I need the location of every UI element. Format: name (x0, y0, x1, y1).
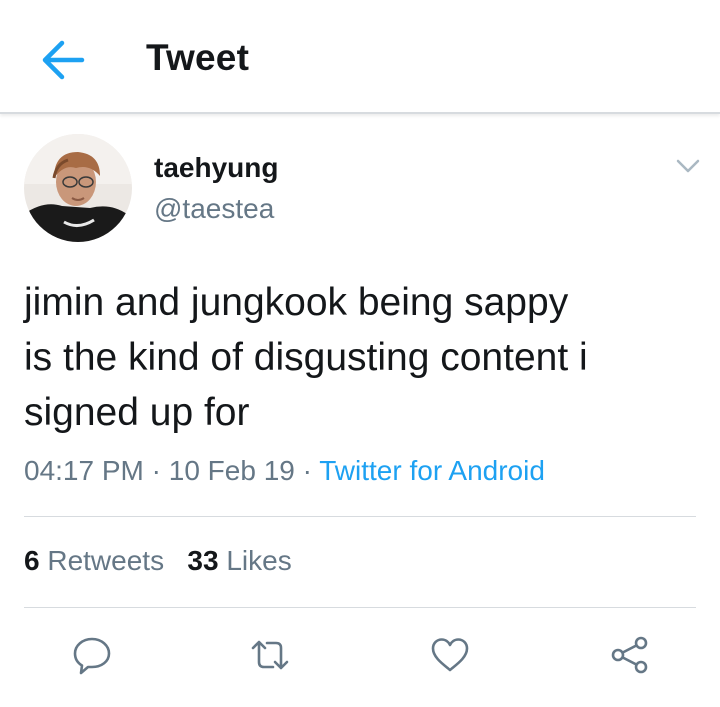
tweet-metadata: 04:17 PM · 10 Feb 19 · Twitter for Andro… (24, 455, 545, 487)
arrow-left-icon (42, 40, 85, 80)
tweet-text: jimin and jungkook being sappy is the ki… (24, 275, 694, 440)
avatar[interactable] (24, 134, 132, 242)
top-app-bar: Tweet (0, 0, 720, 114)
like-button[interactable] (429, 634, 471, 676)
retweet-button[interactable] (249, 634, 291, 676)
tweet-text-line: signed up for (24, 391, 250, 434)
meta-separator: · (294, 455, 320, 486)
share-icon (611, 636, 648, 674)
retweet-icon (251, 640, 289, 670)
tweet-time: 04:17 PM (24, 455, 144, 486)
tweet-source-link[interactable]: Twitter for Android (319, 455, 545, 486)
share-button[interactable] (609, 634, 651, 676)
likes-label: Likes (226, 545, 292, 576)
back-button[interactable] (38, 36, 88, 84)
chevron-down-icon (676, 159, 700, 173)
reply-icon (73, 637, 111, 675)
meta-separator: · (143, 455, 169, 486)
tweet-detail-screen: Tweet taehyung @taestea jimin and jungko… (0, 0, 720, 707)
retweets-count: 6 (24, 545, 40, 576)
tweet-text-line: is the kind of disgusting content i (24, 336, 588, 379)
retweets-label: Retweets (47, 545, 165, 576)
heart-icon (431, 638, 469, 672)
likes-count: 33 (187, 545, 219, 576)
reply-button[interactable] (71, 634, 113, 676)
divider (24, 516, 696, 517)
divider (24, 607, 696, 608)
tweet-date: 10 Feb 19 (168, 455, 295, 486)
more-options-button[interactable] (672, 150, 704, 182)
engagement-stats: 6 Retweets 33 Likes (24, 545, 292, 577)
likes-stat[interactable]: 33 Likes (187, 545, 291, 576)
tweet-text-line: jimin and jungkook being sappy (24, 281, 569, 324)
user-handle[interactable]: @taestea (154, 193, 274, 225)
retweets-stat[interactable]: 6 Retweets (24, 545, 164, 576)
page-title: Tweet (146, 37, 250, 78)
display-name[interactable]: taehyung (154, 152, 278, 184)
profile-photo (24, 134, 132, 242)
